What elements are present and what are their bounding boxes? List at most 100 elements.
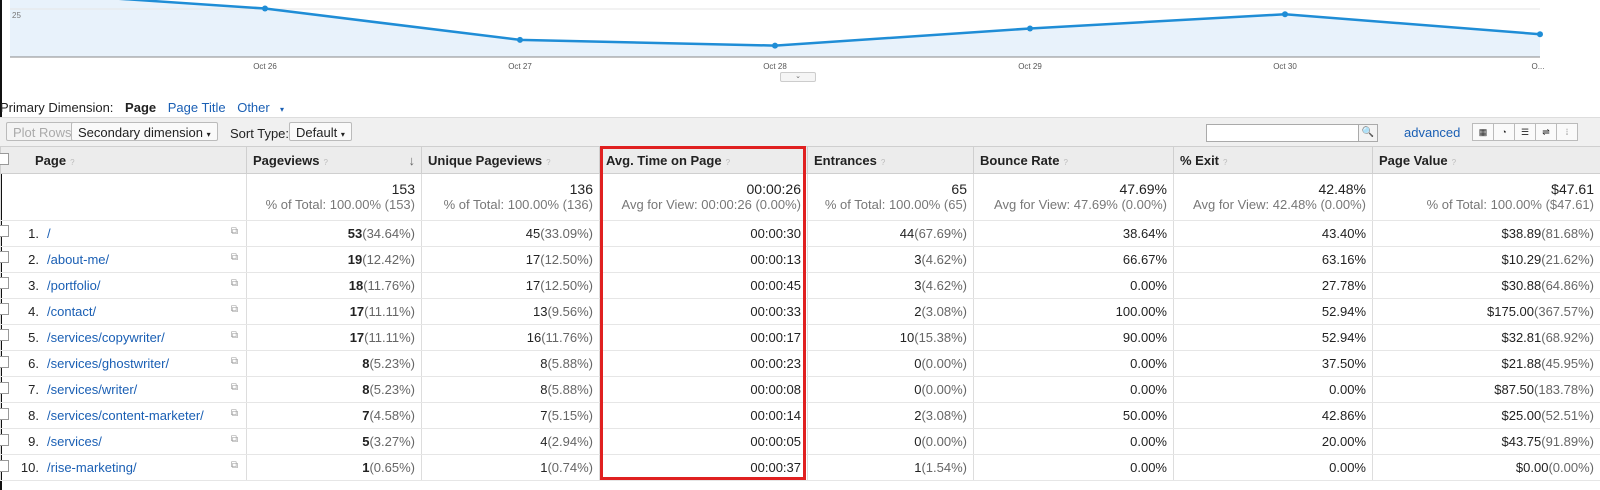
bounce-cell: 66.67%: [973, 246, 1174, 273]
entrances-percent: (15.38%): [914, 330, 967, 345]
advanced-filter-link[interactable]: advanced: [1404, 125, 1460, 140]
exit-cell: 43.40%: [1173, 220, 1373, 247]
entrances-cell: 2(3.08%): [807, 298, 974, 325]
unique-percent: (12.50%): [540, 252, 593, 267]
page-link[interactable]: /contact/: [47, 304, 96, 319]
row-checkbox[interactable]: [0, 329, 9, 342]
page-link[interactable]: /about-me/: [47, 252, 109, 267]
external-link-icon[interactable]: ⧉: [231, 356, 238, 367]
row-checkbox[interactable]: [0, 355, 9, 368]
row-checkbox[interactable]: [0, 277, 9, 290]
pageviews-percent: (11.11%): [364, 304, 415, 319]
external-link-icon[interactable]: ⧉: [231, 252, 238, 263]
sort-type-dropdown[interactable]: Default ▾: [289, 122, 352, 141]
row-checkbox[interactable]: [0, 433, 9, 446]
page-link[interactable]: /rise-marketing/: [47, 460, 137, 475]
help-icon[interactable]: ?: [1452, 158, 1456, 167]
help-icon[interactable]: ?: [324, 158, 328, 167]
pageviews-value: 18: [348, 278, 364, 293]
avg-time-cell: 00:00:13: [599, 246, 808, 273]
header-pageviews[interactable]: Pageviews? ↓: [246, 146, 422, 174]
page-link[interactable]: /services/writer/: [47, 382, 137, 397]
plot-rows-button[interactable]: Plot Rows: [6, 122, 79, 141]
page-link[interactable]: /services/ghostwriter/: [47, 356, 169, 371]
help-icon[interactable]: ?: [881, 158, 885, 167]
header-page-value[interactable]: Page Value?: [1372, 146, 1600, 174]
term-cloud-view-icon[interactable]: ⦙: [1556, 123, 1578, 141]
performance-view-icon[interactable]: ☰: [1514, 123, 1536, 141]
page-link[interactable]: /services/copywriter/: [47, 330, 165, 345]
help-icon[interactable]: ?: [1223, 158, 1227, 167]
data-point[interactable]: [1537, 31, 1543, 38]
external-link-icon[interactable]: ⧉: [231, 330, 238, 341]
page-link[interactable]: /: [47, 226, 51, 241]
page-link[interactable]: /services/content-marketer/: [47, 408, 204, 423]
bounce-cell: 0.00%: [973, 350, 1174, 377]
row-checkbox[interactable]: [0, 381, 9, 394]
value-percent: (52.51%): [1541, 408, 1594, 423]
external-link-icon[interactable]: ⧉: [231, 434, 238, 445]
external-link-icon[interactable]: ⧉: [231, 304, 238, 315]
header-entrances[interactable]: Entrances?: [807, 146, 974, 174]
pageviews-value: 17: [349, 330, 365, 345]
page-value: $30.88: [1501, 278, 1542, 293]
row-checkbox[interactable]: [0, 303, 9, 316]
report-table: Page? Pageviews? ↓ Unique Pageviews? Avg.…: [0, 146, 1600, 481]
entrances-cell: 2(3.08%): [807, 402, 974, 429]
pageviews-cell: 8(5.23%): [246, 350, 422, 377]
unique-cell: 8(5.88%): [421, 350, 600, 377]
data-point[interactable]: [772, 42, 778, 49]
data-point[interactable]: [1027, 25, 1033, 32]
pageviews-percent: (0.65%): [369, 460, 415, 475]
header-page[interactable]: Page?: [0, 146, 247, 174]
row-checkbox[interactable]: [0, 407, 9, 420]
external-link-icon[interactable]: ⧉: [231, 382, 238, 393]
pie-view-icon[interactable]: ◔: [1493, 123, 1515, 141]
bounce-cell: 100.00%: [973, 298, 1174, 325]
external-link-icon[interactable]: ⧉: [231, 460, 238, 471]
y-tick-label: 25: [12, 11, 21, 20]
pageviews-percent: (3.27%): [369, 434, 415, 449]
data-point[interactable]: [1282, 11, 1288, 18]
page-link[interactable]: /portfolio/: [47, 278, 100, 293]
unique-cell: 45(33.09%): [421, 220, 600, 247]
bounce-cell: 0.00%: [973, 376, 1174, 403]
help-icon[interactable]: ?: [1063, 158, 1067, 167]
row-checkbox[interactable]: [0, 459, 9, 472]
header-bounce-rate[interactable]: Bounce Rate?: [973, 146, 1174, 174]
unique-cell: 16(11.76%): [421, 324, 600, 351]
unique-percent: (12.50%): [540, 278, 593, 293]
page-cell: 9./services/⧉: [0, 428, 247, 455]
header-entrances-label: Entrances: [814, 152, 877, 168]
entrances-cell: 0(0.00%): [807, 428, 974, 455]
help-icon[interactable]: ?: [726, 158, 730, 167]
external-link-icon[interactable]: ⧉: [231, 226, 238, 237]
header-page-label: Page: [35, 152, 67, 168]
header-unique-pageviews[interactable]: Unique Pageviews?: [421, 146, 600, 174]
row-checkbox[interactable]: [0, 251, 9, 264]
dimension-other[interactable]: Other ▾: [237, 100, 292, 115]
external-link-icon[interactable]: ⧉: [231, 408, 238, 419]
chart-resize-handle[interactable]: ⌄: [780, 72, 816, 82]
header-avg-time[interactable]: Avg. Time on Page?: [599, 146, 808, 174]
secondary-dimension-dropdown[interactable]: Secondary dimension ▾: [71, 122, 218, 141]
data-point[interactable]: [262, 5, 268, 12]
help-icon[interactable]: ?: [546, 158, 550, 167]
sort-type-label: Sort Type:: [230, 126, 290, 141]
unique-percent: (5.88%): [547, 356, 593, 371]
help-icon[interactable]: ?: [70, 158, 74, 167]
table-search-input[interactable]: 🔍: [1206, 124, 1378, 142]
dimension-page-title[interactable]: Page Title: [168, 100, 226, 115]
dimension-page[interactable]: Page: [125, 100, 156, 115]
external-link-icon[interactable]: ⧉: [231, 278, 238, 289]
row-checkbox[interactable]: [0, 225, 9, 237]
data-point[interactable]: [517, 36, 523, 43]
search-icon[interactable]: 🔍: [1358, 125, 1377, 141]
pageviews-cell: 18(11.76%): [246, 272, 422, 299]
page-link[interactable]: /services/: [47, 434, 102, 449]
data-table-view-icon[interactable]: ▦: [1472, 123, 1494, 141]
unique-cell: 7(5.15%): [421, 402, 600, 429]
header-exit[interactable]: % Exit?: [1173, 146, 1373, 174]
row-checkbox[interactable]: [0, 153, 9, 165]
comparison-view-icon[interactable]: ⇌: [1535, 123, 1557, 141]
